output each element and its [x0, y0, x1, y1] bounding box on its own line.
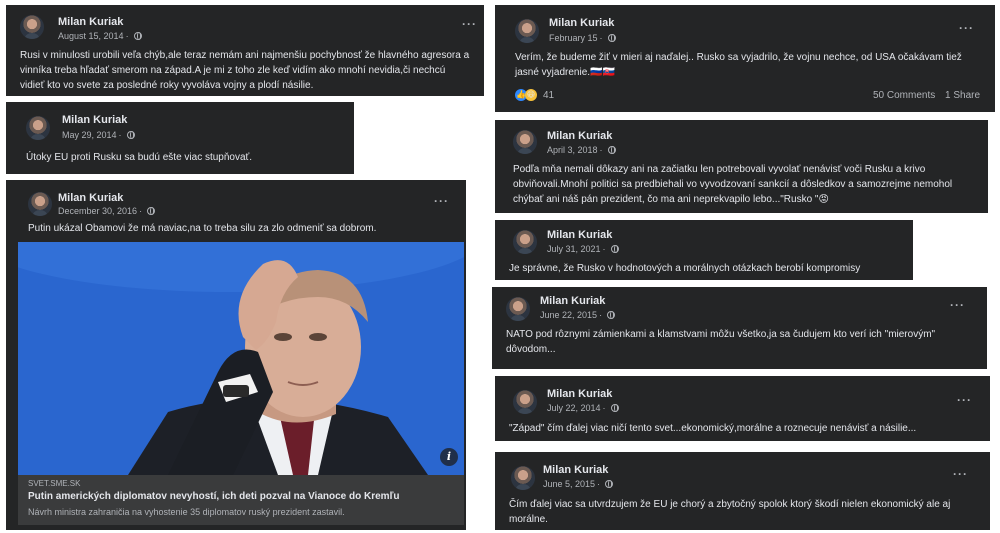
- post-author[interactable]: Milan Kuriak: [62, 114, 127, 126]
- globe-icon: [607, 311, 616, 319]
- post-date[interactable]: May 29, 2014: [62, 130, 117, 140]
- link-description: Návrh ministra zahraničia na vyhostenie …: [28, 507, 345, 517]
- post-text: Rusi v minulosti urobili veľa chýb,ale t…: [20, 50, 470, 91]
- more-options-icon[interactable]: ···: [950, 298, 965, 312]
- post-text: NATO pod rôznymi zámienkami a klamstvami…: [506, 329, 936, 355]
- post-author[interactable]: Milan Kuriak: [549, 17, 614, 29]
- globe-icon: [126, 131, 135, 139]
- post-card: Milan Kuriak July 22, 2014 · ··· "Západ" …: [495, 376, 990, 441]
- globe-icon: [607, 146, 616, 154]
- link-title[interactable]: Putin amerických diplomatov nevyhostí, i…: [28, 491, 400, 502]
- post-meta: December 30, 2016 ·: [58, 206, 156, 216]
- reaction-count: 41: [543, 89, 555, 101]
- post-author[interactable]: Milan Kuriak: [58, 16, 123, 28]
- post-card: Milan Kuriak December 30, 2016 · ··· Puti…: [6, 180, 466, 530]
- post-author[interactable]: Milan Kuriak: [543, 464, 608, 476]
- post-date[interactable]: February 15: [549, 33, 598, 43]
- globe-icon: [147, 207, 156, 215]
- post-card: Milan Kuriak February 15 · ··· Verím, že …: [495, 5, 995, 112]
- post-meta: July 31, 2021 ·: [547, 244, 619, 254]
- more-options-icon[interactable]: ···: [957, 393, 972, 407]
- post-date[interactable]: June 22, 2015: [540, 310, 597, 320]
- post-text: Je správne, že Rusko v hodnotových a mor…: [509, 263, 861, 274]
- avatar[interactable]: [513, 230, 537, 254]
- post-meta: July 22, 2014 ·: [547, 403, 619, 413]
- post-author[interactable]: Milan Kuriak: [547, 388, 612, 400]
- post-text: "Západ" čím ďalej viac ničí tento svet..…: [509, 423, 917, 434]
- more-options-icon[interactable]: ···: [959, 21, 974, 35]
- avatar[interactable]: [513, 130, 537, 154]
- post-card: Milan Kuriak May 29, 2014 · Útoky EU prot…: [6, 102, 354, 174]
- avatar[interactable]: [515, 19, 539, 43]
- post-date[interactable]: July 31, 2021: [547, 244, 601, 254]
- post-card: Milan Kuriak April 3, 2018 · Podľa mňa ne…: [495, 120, 988, 213]
- post-date[interactable]: August 15, 2014: [58, 31, 124, 41]
- reactions[interactable]: 👍 😆 41: [515, 89, 554, 101]
- portrait-photo: [18, 242, 464, 475]
- link-domain: SVET.SME.SK: [28, 479, 81, 488]
- comments-count[interactable]: 50 Comments: [873, 90, 935, 101]
- avatar[interactable]: [26, 116, 50, 140]
- avatar[interactable]: [511, 466, 535, 490]
- link-preview-image[interactable]: i: [18, 242, 464, 475]
- post-card: Milan Kuriak June 22, 2015 · ··· NATO pod…: [492, 287, 987, 369]
- post-date[interactable]: April 3, 2018: [547, 145, 598, 155]
- more-options-icon[interactable]: ···: [462, 17, 477, 31]
- post-date[interactable]: July 22, 2014: [547, 403, 601, 413]
- post-card: Milan Kuriak August 15, 2014 · ··· Rusi v…: [6, 5, 484, 96]
- post-text: Útoky EU proti Rusku sa budú ešte viac s…: [26, 152, 253, 163]
- info-icon[interactable]: i: [440, 448, 458, 466]
- post-meta: June 22, 2015 ·: [540, 310, 616, 320]
- post-card: Milan Kuriak July 31, 2021 · Je správne, …: [495, 220, 913, 280]
- post-text: Podľa mňa nemali dôkazy ani na začiatku …: [513, 164, 953, 205]
- post-meta: May 29, 2014 ·: [62, 130, 135, 140]
- globe-icon: [133, 32, 142, 40]
- post-author[interactable]: Milan Kuriak: [58, 192, 123, 204]
- globe-icon: [610, 404, 619, 412]
- post-date[interactable]: December 30, 2016: [58, 206, 137, 216]
- post-text: Verím, že budeme žiť v mieri aj naďalej.…: [515, 52, 962, 78]
- post-text: Čím ďalej viac sa utvrdzujem že EU je ch…: [509, 499, 951, 525]
- post-author[interactable]: Milan Kuriak: [547, 130, 612, 142]
- post-meta: February 15 ·: [549, 33, 616, 43]
- avatar[interactable]: [506, 297, 530, 321]
- haha-icon: 😆: [525, 89, 537, 101]
- post-date[interactable]: June 5, 2015: [543, 479, 595, 489]
- post-author[interactable]: Milan Kuriak: [540, 295, 605, 307]
- avatar[interactable]: [513, 390, 537, 414]
- shares-count[interactable]: 1 Share: [945, 90, 980, 101]
- globe-icon: [607, 34, 616, 42]
- post-meta: April 3, 2018 ·: [547, 145, 616, 155]
- post-meta: June 5, 2015 ·: [543, 479, 614, 489]
- post-card: Milan Kuriak June 5, 2015 · ··· Čím ďalej…: [495, 452, 990, 530]
- more-options-icon[interactable]: ···: [953, 467, 968, 481]
- globe-icon: [610, 245, 619, 253]
- avatar[interactable]: [20, 15, 44, 39]
- avatar[interactable]: [28, 192, 52, 216]
- post-text: Putin ukázal Obamovi že má naviac,na to …: [28, 223, 377, 234]
- more-options-icon[interactable]: ···: [434, 194, 449, 208]
- post-author[interactable]: Milan Kuriak: [547, 229, 612, 241]
- post-meta: August 15, 2014 ·: [58, 31, 142, 41]
- globe-icon: [605, 480, 614, 488]
- link-preview-info[interactable]: SVET.SME.SK Putin amerických diplomatov …: [18, 475, 464, 525]
